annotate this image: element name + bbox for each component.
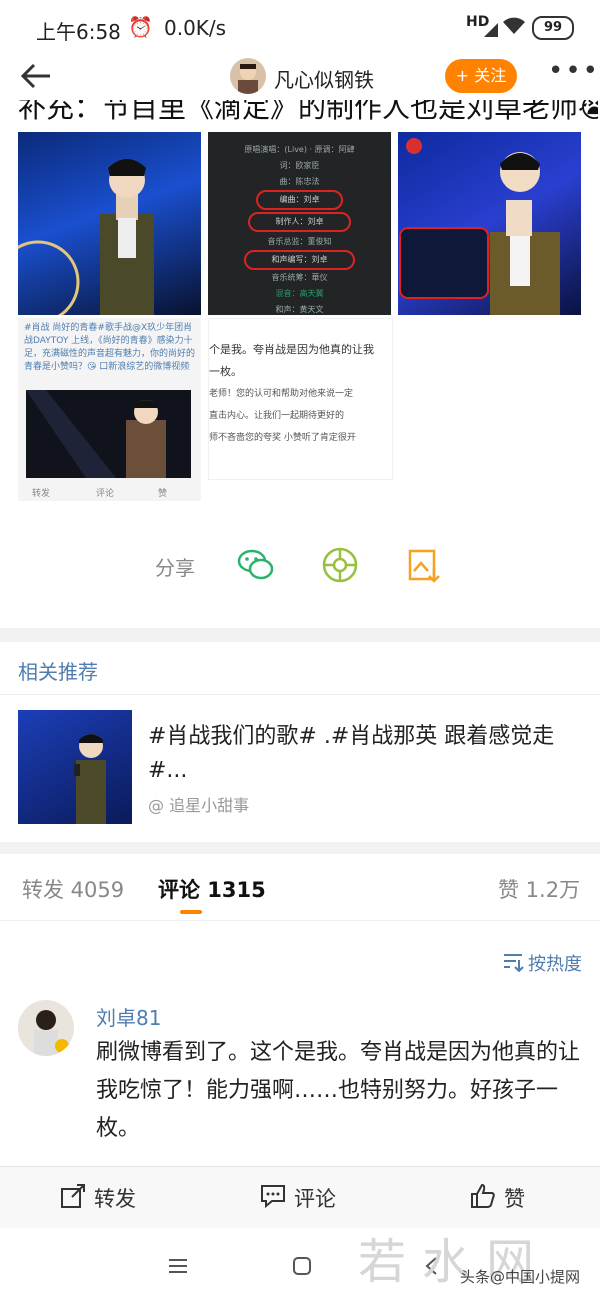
- embedded-comment-line: 个是我。夸肖战是因为他真的让我: [209, 343, 374, 356]
- post-image-3[interactable]: [398, 132, 581, 315]
- credit-line: 制作人：刘卓: [248, 212, 351, 232]
- embedded-comment-line: 直击内心。让我们一起期待更好的: [209, 411, 345, 421]
- embedded-like: 赞: [158, 489, 168, 499]
- back-arrow-icon[interactable]: [16, 56, 56, 96]
- save-image-icon[interactable]: [404, 545, 444, 585]
- credit-line: 词：欧家臣: [279, 161, 320, 170]
- divider: [0, 694, 600, 695]
- author-avatar[interactable]: [230, 58, 266, 94]
- moments-icon[interactable]: [320, 545, 360, 585]
- credit-line: 编曲：刘卓: [256, 190, 343, 210]
- signal-icon: [484, 23, 498, 37]
- post-image-1[interactable]: [18, 132, 201, 315]
- tab-comment[interactable]: 评论 1315: [158, 874, 266, 904]
- watermark-text: 头条@中国小提网: [460, 1268, 581, 1286]
- repost-icon[interactable]: [60, 1183, 86, 1209]
- status-time: 上午6:58: [36, 20, 121, 44]
- section-divider: [0, 842, 600, 854]
- tab-repost[interactable]: 转发 4059: [22, 874, 124, 904]
- embedded-comment-line: 师不吝啬您的夸奖 小赞听了肯定很开: [209, 433, 356, 443]
- comment-text: 刷微博看到了。这个是我。夸肖战是因为他真的让我吃惊了！能力强啊……也特别努力。好…: [96, 1040, 581, 1141]
- comment-icon[interactable]: [260, 1183, 286, 1209]
- related-thumbnail[interactable]: [18, 710, 132, 824]
- embedded-comment-line: 一枚。: [209, 365, 242, 378]
- sort-icon[interactable]: [502, 952, 524, 972]
- status-bar: 上午6:58 ⏰ 0.0K/s HD 99: [0, 0, 600, 56]
- credit-line: 曲：陈忠法: [279, 177, 320, 186]
- related-title: 相关推荐: [18, 660, 98, 684]
- embedded-video-thumbnail: [26, 390, 191, 478]
- menu-icon[interactable]: [168, 1258, 188, 1274]
- post-image-5[interactable]: 个是我。夸肖战是因为他真的让我 一枚。 老师！您的认可和帮助对他来说一定 直击内…: [208, 318, 393, 480]
- wechat-icon[interactable]: [236, 545, 276, 585]
- like-button[interactable]: 赞: [504, 1183, 525, 1213]
- section-divider: [0, 628, 600, 642]
- follow-button[interactable]: + 关注: [445, 59, 517, 93]
- header: 凡心似钢铁 + 关注 •••: [0, 56, 600, 100]
- credit-line: 音乐统筹：華仪: [271, 273, 328, 282]
- network-speed: 0.0K/s: [164, 16, 227, 40]
- commenter-name[interactable]: 刘卓81: [96, 1002, 161, 1031]
- credit-line: 原唱演唱：(Live) · 原调：阿肆: [244, 145, 355, 154]
- alarm-icon: ⏰: [128, 15, 153, 39]
- credit-line: 混音：高天翼: [275, 289, 324, 298]
- embedded-repost: 转发: [32, 489, 51, 499]
- post-image-4[interactable]: #肖战 尚好的青春#歌手战@X玖少年团肖战DAYTOY 上线，《尚好的青春》感染…: [18, 318, 201, 501]
- related-source[interactable]: @ 追星小甜事: [148, 792, 249, 816]
- embedded-comment-line: 老师！您的认可和帮助对他来说一定: [209, 389, 354, 399]
- commenter-avatar[interactable]: [18, 1000, 74, 1056]
- battery-indicator: 99: [532, 16, 574, 40]
- credit-line: 音乐总监：董俊知: [267, 237, 332, 246]
- action-bar: 转发 评论 赞: [0, 1166, 600, 1229]
- credit-line: 和声：黄天文: [275, 305, 324, 314]
- embedded-caption: #肖战 尚好的青春#歌手战@X玖少年团肖战DAYTOY 上线，《尚好的青春》感染…: [24, 323, 196, 372]
- related-text[interactable]: #肖战我们的歌# .#肖战那英 跟着感觉走#...: [148, 720, 588, 788]
- share-label: 分享: [155, 556, 195, 580]
- credit-line: 和声编写：刘卓: [244, 250, 355, 270]
- embedded-comment: 评论: [96, 489, 115, 499]
- author-name[interactable]: 凡心似钢铁: [274, 64, 374, 93]
- more-icon[interactable]: •••: [548, 56, 600, 86]
- active-tab-indicator: [180, 910, 202, 914]
- like-icon[interactable]: [470, 1183, 496, 1209]
- post-image-2[interactable]: 原唱演唱：(Live) · 原调：阿肆 词：欧家臣 曲：陈忠法 编曲：刘卓 制作…: [208, 132, 391, 315]
- divider: [0, 920, 600, 921]
- tab-like[interactable]: 赞 1.2万: [498, 874, 580, 904]
- sort-label[interactable]: 按热度: [528, 950, 582, 976]
- post-text-truncated: 补充：节目里《滴定》的制作人也是刘卓老师😭: [18, 100, 598, 124]
- home-icon[interactable]: [292, 1256, 312, 1276]
- wifi-icon: [503, 17, 525, 34]
- singer-on-stage-graphic: [18, 159, 154, 315]
- comment-button[interactable]: 评论: [294, 1183, 336, 1213]
- tv-show-graphic: [399, 138, 560, 315]
- repost-button[interactable]: 转发: [94, 1183, 136, 1213]
